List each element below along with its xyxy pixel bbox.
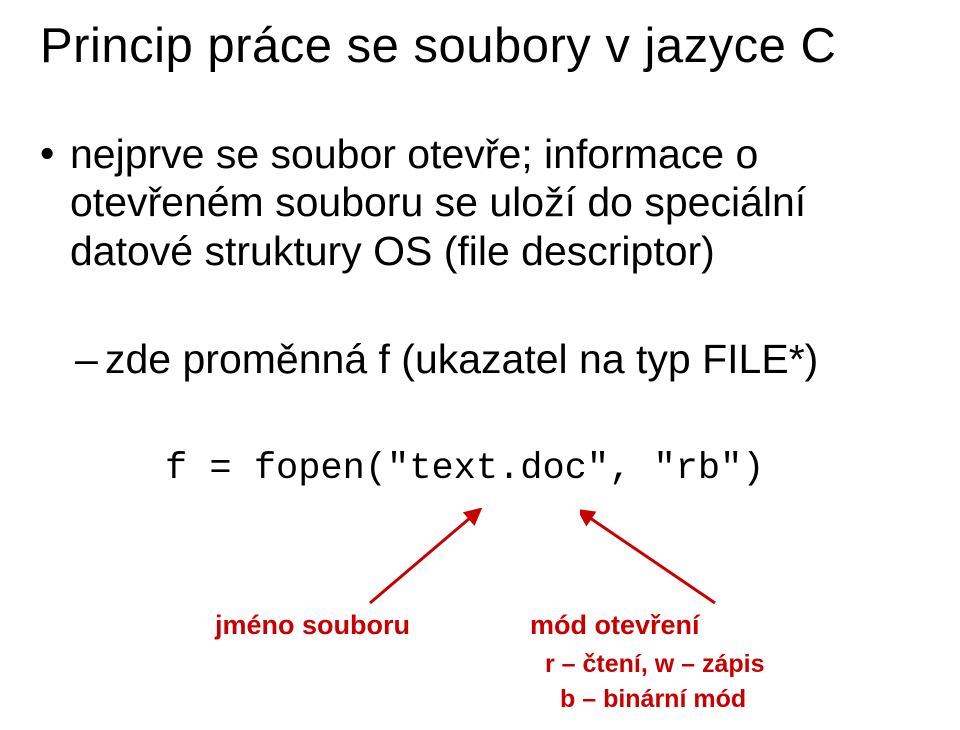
sub-bullet-item-1-text: zde proměnná f (ukazatel na typ FILE*) bbox=[105, 336, 818, 383]
bullet-dot-icon: • bbox=[40, 130, 60, 177]
bullet-item-1: • nejprve se soubor otevře; informace o … bbox=[40, 130, 60, 177]
sub-bullet-item-1: – zde proměnná f (ukazatel na typ FILE*) bbox=[75, 336, 105, 383]
sub-bullet-dash-icon: – bbox=[75, 336, 105, 383]
bullet-item-1-text: nejprve se soubor otevře; informace o ot… bbox=[70, 130, 806, 275]
caption-filename: jméno souboru bbox=[215, 610, 410, 641]
mode-explain-line-1: r – čtení, w – zápis bbox=[545, 650, 765, 679]
slide-title: Princip práce se soubory v jazyce C bbox=[40, 18, 836, 74]
mode-explain-line-2: b – binární mód bbox=[560, 685, 746, 714]
code-example: f = fopen(″text.doc″, ″rb″) bbox=[165, 448, 765, 490]
caption-mode: mód otevření bbox=[530, 610, 700, 641]
